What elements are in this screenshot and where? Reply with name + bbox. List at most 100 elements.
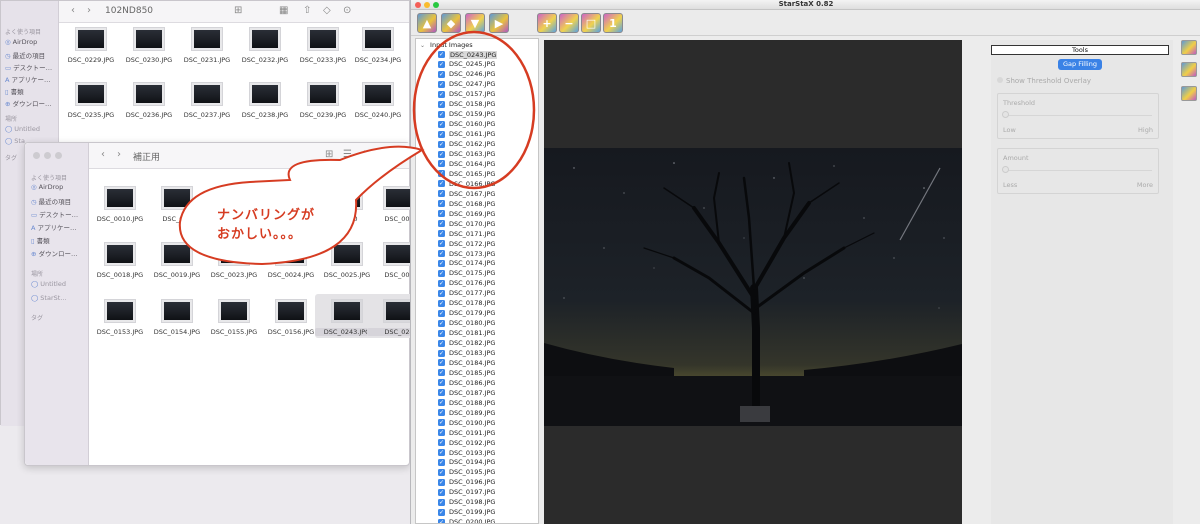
checkbox-checked-icon[interactable]: ✓ — [438, 230, 445, 238]
checkbox-checked-icon[interactable]: ✓ — [438, 250, 445, 257]
input-image-row[interactable]: ✓ DSC_0172.JPG — [438, 239, 495, 248]
checkbox-checked-icon[interactable]: ✓ — [438, 120, 445, 128]
zoom-button[interactable] — [55, 152, 62, 159]
input-image-row[interactable]: ✓ DSC_0180.JPG — [438, 319, 495, 328]
open-images-icon[interactable]: ▲ — [417, 13, 437, 33]
sidebar-item-applications[interactable]: A アプリケー… — [5, 74, 50, 84]
sidebar-item-documents[interactable]: ▯ 書類 — [31, 235, 50, 245]
input-image-row[interactable]: ✓ DSC_0167.JPG — [438, 189, 495, 198]
checkbox-checked-icon[interactable]: ✓ — [438, 160, 445, 168]
image-preview[interactable] — [544, 40, 962, 524]
checkbox-checked-icon[interactable]: ✓ — [438, 399, 445, 407]
gallery-view-icon[interactable]: ▭ — [381, 149, 390, 160]
sidebar-item-untitled[interactable]: ◯ Untitled — [5, 125, 40, 133]
close-button[interactable] — [33, 152, 40, 159]
input-image-row[interactable]: ✓ DSC_0159.JPG — [438, 110, 495, 119]
checkbox-checked-icon[interactable]: ✓ — [438, 429, 445, 437]
checkbox-checked-icon[interactable]: ✓ — [438, 60, 445, 68]
input-image-row[interactable]: ✓ DSC_0192.JPG — [438, 438, 495, 447]
input-image-row[interactable]: ✓ DSC_0198.JPG — [438, 498, 495, 507]
back-chevron-icon[interactable]: ‹ — [101, 149, 105, 160]
checkbox-checked-icon[interactable]: ✓ — [438, 498, 445, 506]
file-item[interactable]: DSC_0024.JPG — [259, 243, 323, 279]
open-darks-icon[interactable]: ◆ — [441, 13, 461, 33]
checkbox-checked-icon[interactable]: ✓ — [438, 369, 445, 377]
input-image-row[interactable]: ✓ DSC_0246.JPG — [438, 70, 495, 79]
input-image-row[interactable]: ✓ DSC_0164.JPG — [438, 159, 495, 168]
sidebar-item-applications[interactable]: A アプリケー… — [31, 222, 76, 232]
checkbox-checked-icon[interactable]: ✓ — [438, 329, 445, 337]
file-item[interactable]: DSC_0155.JPG — [202, 300, 266, 336]
checkbox-checked-icon[interactable]: ✓ — [438, 100, 445, 108]
file-item[interactable]: DSC_0010.JPG — [88, 187, 152, 223]
sidebar-item-desktop[interactable]: ▭ デスクトー… — [5, 62, 52, 72]
checkbox-checked-icon[interactable]: ✓ — [438, 379, 445, 387]
input-image-row[interactable]: ✓ DSC_0245.JPG — [438, 60, 495, 69]
more-icon[interactable]: ⊙ — [343, 5, 351, 16]
sidebar-item-recents[interactable]: ◷ 最近の項目 — [5, 50, 45, 60]
input-image-row[interactable]: ✓ DSC_0165.JPG — [438, 169, 495, 178]
blend-mode-icon[interactable] — [1181, 86, 1197, 101]
input-image-row[interactable]: ✓ DSC_0182.JPG — [438, 339, 495, 348]
share-icon[interactable]: ⇧ — [303, 5, 311, 16]
checkbox-checked-icon[interactable]: ✓ — [438, 140, 445, 148]
checkbox-checked-icon[interactable]: ✓ — [438, 458, 445, 466]
checkbox-checked-icon[interactable]: ✓ — [438, 170, 445, 178]
start-processing-icon[interactable]: ▶ — [489, 13, 509, 33]
sidebar-item-documents[interactable]: ▯ 書類 — [5, 86, 24, 96]
input-image-row[interactable]: ✓ DSC_0243.JPG — [438, 50, 498, 59]
input-image-row[interactable]: ✓ DSC_0170.JPG — [438, 219, 495, 228]
checkbox-checked-icon[interactable]: ✓ — [438, 150, 445, 158]
file-item[interactable]: DSC_0154.JPG — [145, 300, 209, 336]
checkbox-checked-icon[interactable]: ✓ — [438, 220, 445, 228]
checkbox-checked-icon[interactable]: ✓ — [438, 449, 445, 456]
tag-icon[interactable]: ◇ — [323, 5, 331, 16]
file-item[interactable]: DSC_0240.JPG — [346, 83, 410, 119]
input-image-row[interactable]: ✓ DSC_0166.JPG — [438, 179, 495, 188]
amount-slider-knob[interactable] — [1002, 166, 1009, 173]
input-image-row[interactable]: ✓ DSC_0189.JPG — [438, 408, 495, 417]
checkbox-checked-icon[interactable]: ✓ — [438, 269, 445, 277]
input-image-row[interactable]: ✓ DSC_0183.JPG — [438, 349, 495, 358]
checkbox-checked-icon[interactable]: ✓ — [438, 90, 445, 98]
input-image-row[interactable]: ✓ DSC_0247.JPG — [438, 80, 495, 89]
sidebar-item-starstax[interactable]: ◯ Sta — [5, 137, 25, 145]
checkbox-checked-icon[interactable]: ✓ — [438, 299, 445, 307]
checkbox-checked-icon[interactable]: ✓ — [438, 389, 445, 397]
gap-filling-button[interactable]: Gap Filling — [1058, 59, 1102, 70]
input-image-row[interactable]: ✓ DSC_0173.JPG — [438, 249, 495, 258]
sidebar-item-recents[interactable]: ◷ 最近の項目 — [31, 196, 71, 206]
checkbox-checked-icon[interactable]: ✓ — [438, 488, 445, 496]
checkbox-checked-icon[interactable]: ✓ — [438, 279, 445, 287]
file-item[interactable]: DSC_0018.JPG — [88, 243, 152, 279]
sidebar-item-downloads[interactable]: ⊕ ダウンロー… — [5, 98, 51, 108]
input-image-row[interactable]: ✓ DSC_0157.JPG — [438, 90, 495, 99]
file-item[interactable]: DSC_0231.JPG — [175, 28, 239, 64]
input-image-row[interactable]: ✓ DSC_0169.JPG — [438, 209, 495, 218]
threshold-slider-track[interactable] — [1004, 115, 1152, 116]
checkbox-checked-icon[interactable]: ✓ — [438, 349, 445, 357]
input-image-row[interactable]: ✓ DSC_0158.JPG — [438, 100, 495, 109]
forward-chevron-icon[interactable]: › — [117, 149, 121, 160]
input-image-row[interactable]: ✓ DSC_0191.JPG — [438, 428, 495, 437]
input-image-row[interactable]: ✓ DSC_0195.JPG — [438, 468, 495, 477]
checkbox-checked-icon[interactable]: ✓ — [438, 518, 445, 523]
group-icon[interactable]: ▦ — [279, 5, 288, 16]
sidebar-item-downloads[interactable]: ⊕ ダウンロー… — [31, 248, 77, 258]
input-image-row[interactable]: ✓ DSC_0162.JPG — [438, 140, 495, 149]
input-image-row[interactable]: ✓ DSC_0175.JPG — [438, 269, 495, 278]
file-item[interactable]: DSC_0234.JPG — [346, 28, 410, 64]
checkbox-checked-icon[interactable]: ✓ — [438, 180, 445, 188]
checkbox-checked-icon[interactable]: ✓ — [438, 240, 445, 248]
amount-slider-track[interactable] — [1004, 170, 1152, 171]
input-image-row[interactable]: ✓ DSC_0178.JPG — [438, 299, 495, 308]
input-image-row[interactable]: ✓ DSC_0196.JPG — [438, 478, 495, 487]
file-item[interactable]: DSC_0235.JPG — [59, 83, 123, 119]
input-image-row[interactable]: ✓ DSC_0193.JPG — [438, 448, 495, 457]
input-image-row[interactable]: ✓ DSC_0184.JPG — [438, 358, 495, 367]
checkbox-checked-icon[interactable]: ✓ — [438, 190, 445, 198]
input-image-row[interactable]: ✓ DSC_0168.JPG — [438, 199, 495, 208]
input-images-header[interactable]: ⌄ Input Images — [420, 41, 473, 49]
checkbox-checked-icon[interactable]: ✓ — [438, 339, 445, 347]
input-image-row[interactable]: ✓ DSC_0186.JPG — [438, 378, 495, 387]
